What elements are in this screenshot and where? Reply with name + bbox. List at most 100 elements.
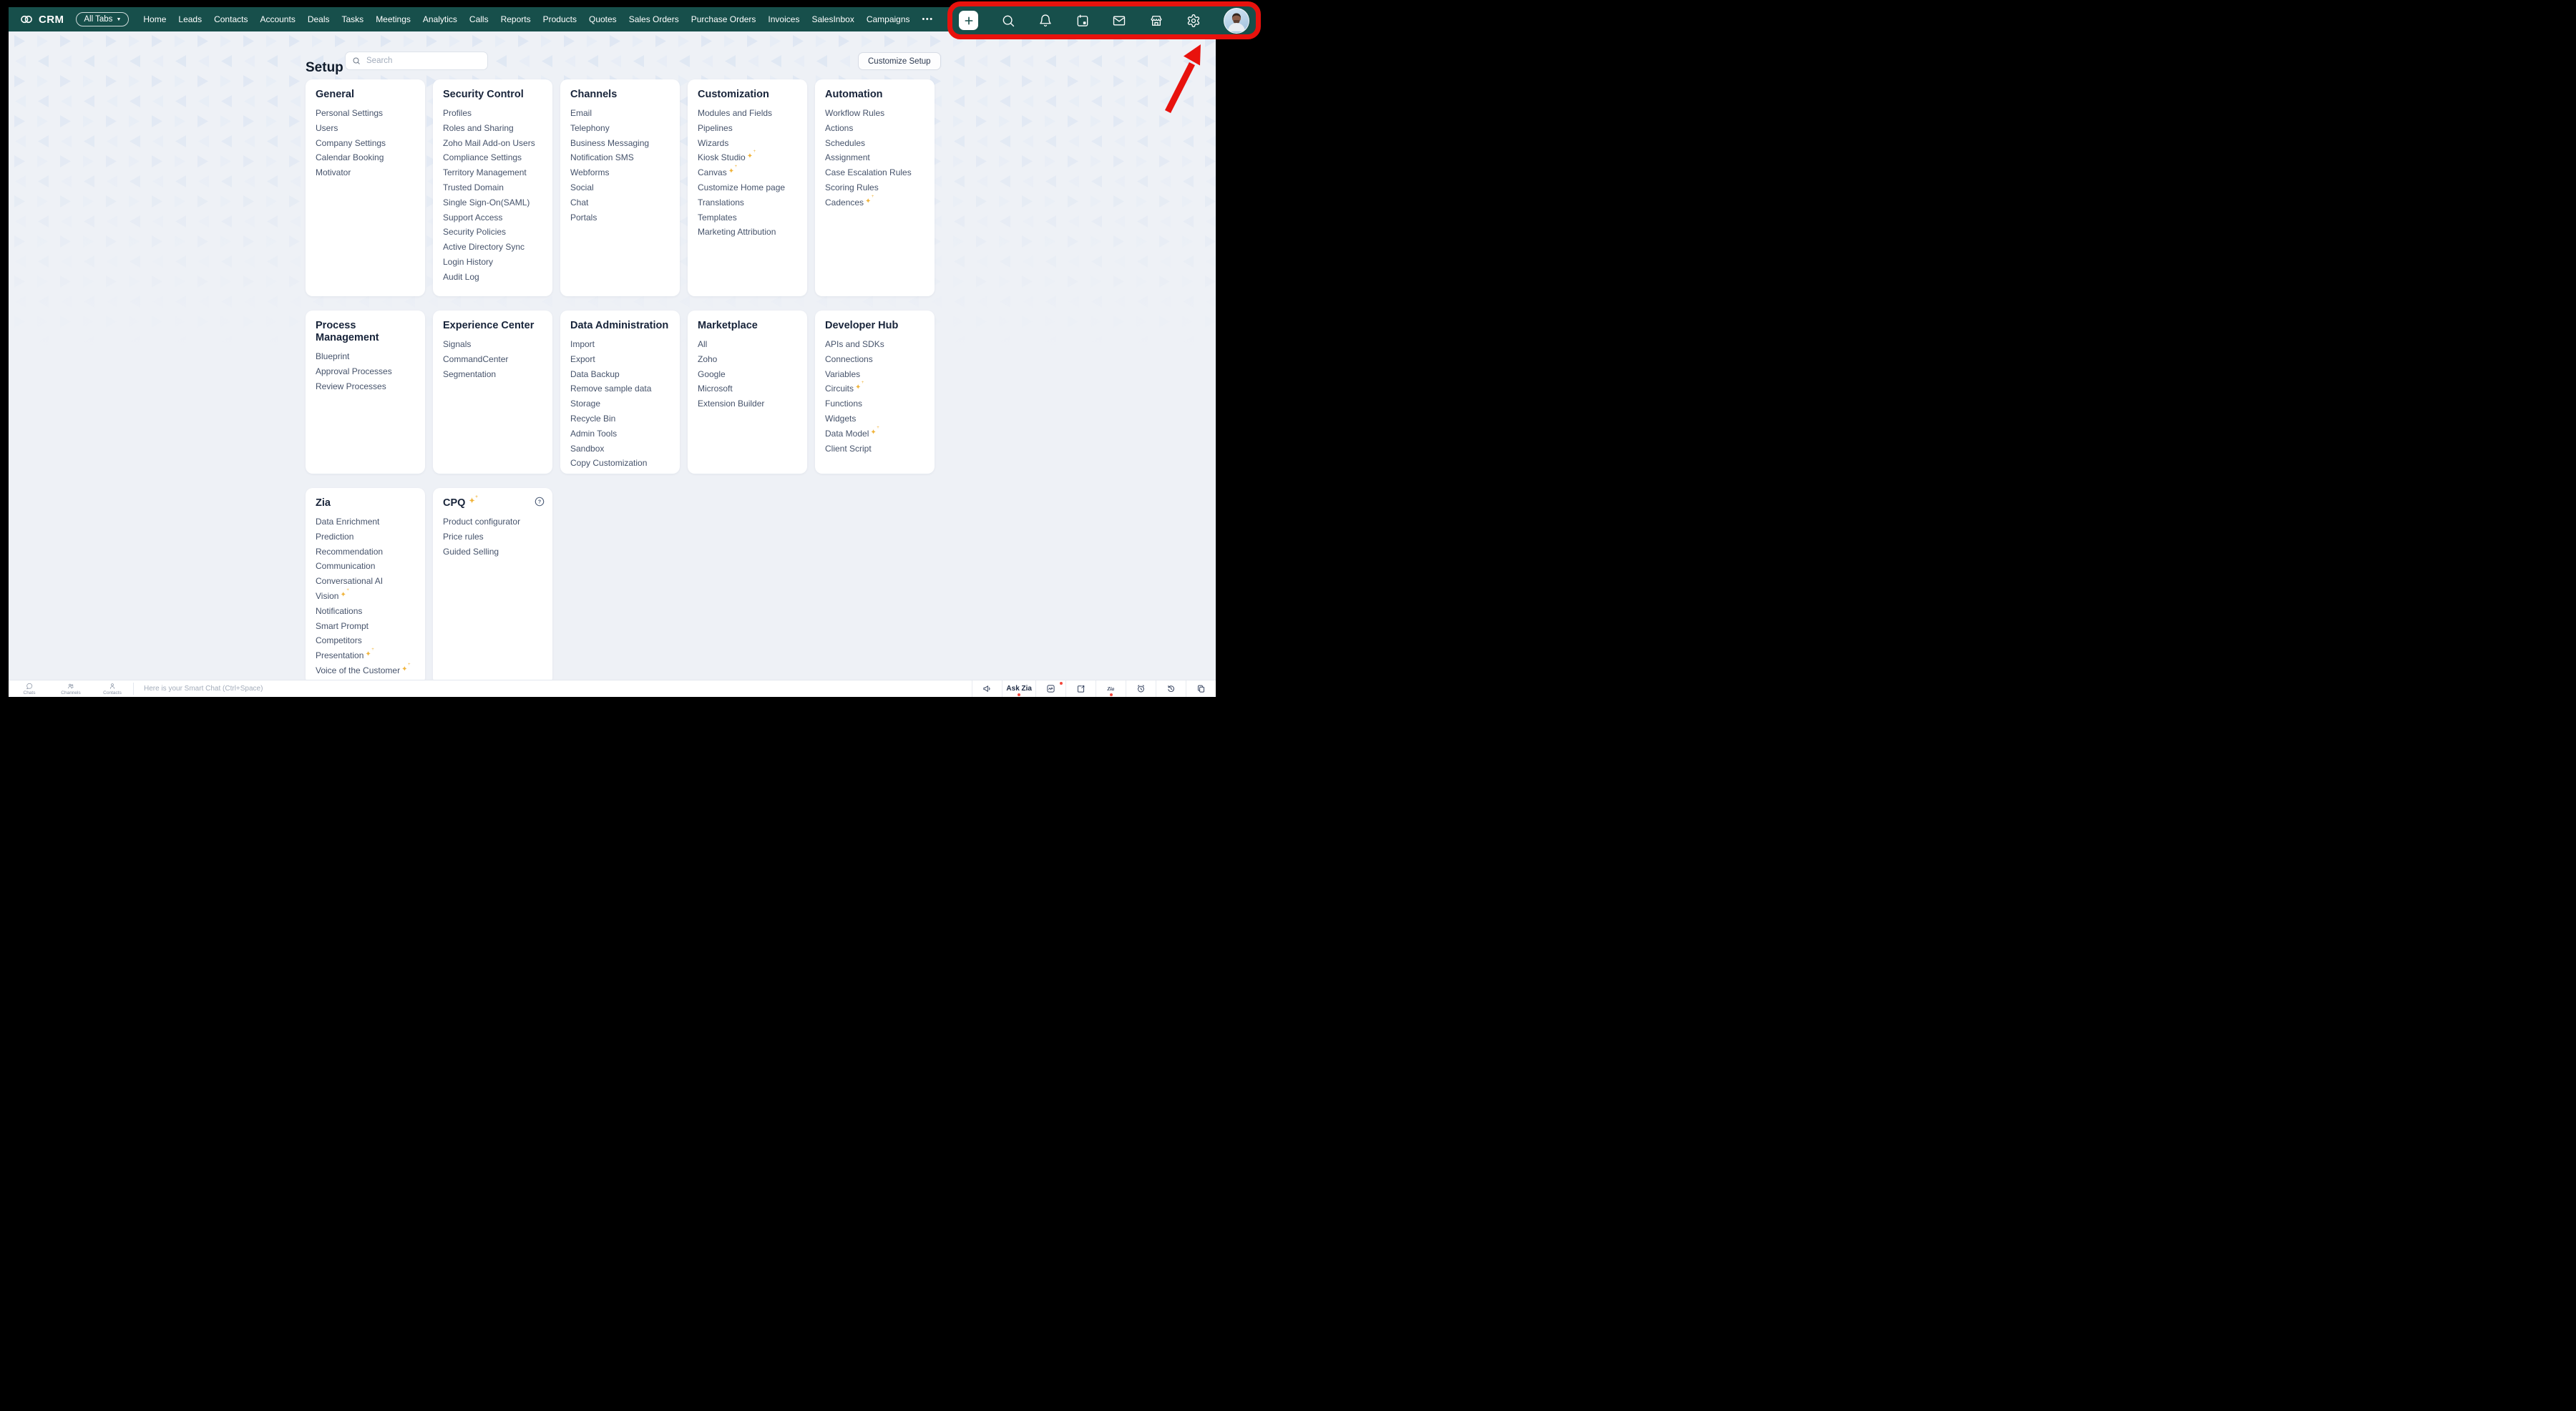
setup-link-company-settings[interactable]: Company Settings (316, 138, 386, 148)
nav-item-salesinbox[interactable]: SalesInbox (811, 14, 854, 24)
setup-link-prediction[interactable]: Prediction (316, 532, 353, 542)
settings-gear-icon[interactable] (1186, 14, 1201, 28)
setup-link-canvas[interactable]: Canvas (698, 167, 727, 177)
setup-link-review-processes[interactable]: Review Processes (316, 381, 386, 391)
setup-link-personal-settings[interactable]: Personal Settings (316, 108, 383, 118)
setup-link-pipelines[interactable]: Pipelines (698, 123, 733, 133)
setup-link-email[interactable]: Email (570, 108, 592, 118)
nav-item-home[interactable]: Home (143, 14, 166, 24)
setup-link-recycle-bin[interactable]: Recycle Bin (570, 414, 615, 424)
setup-link-cadences[interactable]: Cadences (825, 197, 864, 208)
setup-link-functions[interactable]: Functions (825, 399, 862, 409)
nav-item-tasks[interactable]: Tasks (342, 14, 364, 24)
setup-link-territory-management[interactable]: Territory Management (443, 167, 527, 177)
setup-link-communication[interactable]: Communication (316, 561, 375, 571)
zia-assistant-icon[interactable]: Zia (1096, 680, 1126, 697)
setup-link-import[interactable]: Import (570, 339, 595, 349)
nav-item-invoices[interactable]: Invoices (768, 14, 799, 24)
setup-link-apis-and-sdks[interactable]: APIs and SDKs (825, 339, 884, 349)
setup-link-calendar-booking[interactable]: Calendar Booking (316, 152, 384, 162)
setup-link-chat[interactable]: Chat (570, 197, 588, 208)
setup-link-conversational-ai[interactable]: Conversational AI (316, 576, 383, 586)
setup-link-connections[interactable]: Connections (825, 354, 873, 364)
nav-more-tabs[interactable]: ••• (922, 15, 934, 24)
setup-link-product-configurator[interactable]: Product configurator (443, 517, 520, 527)
setup-link-telephony[interactable]: Telephony (570, 123, 610, 133)
setup-link-case-escalation-rules[interactable]: Case Escalation Rules (825, 167, 912, 177)
setup-link-schedules[interactable]: Schedules (825, 138, 865, 148)
setup-link-modules-and-fields[interactable]: Modules and Fields (698, 108, 772, 118)
setup-link-google[interactable]: Google (698, 369, 726, 379)
help-icon[interactable]: ? (534, 496, 545, 507)
setup-link-segmentation[interactable]: Segmentation (443, 369, 496, 379)
nav-item-campaigns[interactable]: Campaigns (867, 14, 910, 24)
setup-link-competitors[interactable]: Competitors (316, 635, 362, 645)
setup-link-signals[interactable]: Signals (443, 339, 471, 349)
setup-link-support-access[interactable]: Support Access (443, 213, 502, 223)
setup-link-sandbox[interactable]: Sandbox (570, 444, 604, 454)
setup-link-wizards[interactable]: Wizards (698, 138, 728, 148)
email-icon[interactable] (1112, 14, 1126, 28)
setup-link-data-model[interactable]: Data Model (825, 429, 869, 439)
setup-link-blueprint[interactable]: Blueprint (316, 351, 349, 361)
setup-link-actions[interactable]: Actions (825, 123, 853, 133)
setup-link-business-messaging[interactable]: Business Messaging (570, 138, 649, 148)
global-search-icon[interactable] (1001, 14, 1015, 28)
setup-link-notifications[interactable]: Notifications (316, 606, 362, 616)
nav-item-contacts[interactable]: Contacts (214, 14, 248, 24)
calendar-icon[interactable] (1075, 14, 1090, 28)
nav-item-purchase-orders[interactable]: Purchase Orders (691, 14, 756, 24)
ask-zia-button[interactable]: Ask Zia (1002, 680, 1035, 697)
setup-search-input[interactable] (365, 56, 481, 66)
setup-link-voice-of-the-customer[interactable]: Voice of the Customer (316, 665, 400, 675)
setup-link-compliance-settings[interactable]: Compliance Settings (443, 152, 522, 162)
smart-chat-input[interactable]: Here is your Smart Chat (Ctrl+Space) (134, 680, 972, 697)
reminder-alarm-icon[interactable] (1126, 680, 1156, 697)
setup-link-motivator[interactable]: Motivator (316, 167, 351, 177)
setup-link-vision[interactable]: Vision (316, 591, 338, 601)
crm-brand[interactable]: CRM (19, 12, 64, 26)
nav-item-accounts[interactable]: Accounts (260, 14, 295, 24)
marketplace-store-icon[interactable] (1149, 14, 1163, 28)
setup-link-customize-home-page[interactable]: Customize Home page (698, 182, 785, 192)
setup-link-translations[interactable]: Translations (698, 197, 744, 208)
setup-link-profiles[interactable]: Profiles (443, 108, 472, 118)
history-icon[interactable] (1156, 680, 1186, 697)
notes-icon[interactable] (1065, 680, 1096, 697)
nav-item-leads[interactable]: Leads (178, 14, 202, 24)
customize-setup-button[interactable]: Customize Setup (858, 52, 941, 70)
setup-link-client-script[interactable]: Client Script (825, 444, 872, 454)
setup-link-extension-builder[interactable]: Extension Builder (698, 399, 764, 409)
setup-link-presentation[interactable]: Presentation (316, 650, 364, 660)
setup-link-scoring-rules[interactable]: Scoring Rules (825, 182, 879, 192)
setup-link-notification-sms[interactable]: Notification SMS (570, 152, 634, 162)
setup-link-data-enrichment[interactable]: Data Enrichment (316, 517, 379, 527)
nav-item-deals[interactable]: Deals (308, 14, 330, 24)
setup-link-roles-and-sharing[interactable]: Roles and Sharing (443, 123, 514, 133)
setup-link-social[interactable]: Social (570, 182, 594, 192)
setup-link-recommendation[interactable]: Recommendation (316, 547, 383, 557)
nav-item-products[interactable]: Products (543, 14, 577, 24)
notifications-bell-icon[interactable] (1038, 14, 1053, 28)
nav-item-reports[interactable]: Reports (501, 14, 531, 24)
setup-link-single-sign-on-saml[interactable]: Single Sign-On(SAML) (443, 197, 530, 208)
setup-link-variables[interactable]: Variables (825, 369, 860, 379)
nav-item-meetings[interactable]: Meetings (376, 14, 411, 24)
setup-link-active-directory-sync[interactable]: Active Directory Sync (443, 242, 525, 252)
user-avatar[interactable] (1224, 8, 1249, 34)
setup-link-zoho[interactable]: Zoho (698, 354, 717, 364)
setup-link-templates[interactable]: Templates (698, 213, 737, 223)
setup-search-box[interactable] (345, 52, 488, 70)
setup-link-users[interactable]: Users (316, 123, 338, 133)
setup-link-storage[interactable]: Storage (570, 399, 600, 409)
setup-link-kiosk-studio[interactable]: Kiosk Studio (698, 152, 746, 162)
setup-link-portals[interactable]: Portals (570, 213, 597, 223)
setup-link-marketing-attribution[interactable]: Marketing Attribution (698, 227, 776, 237)
announcement-megaphone-icon[interactable] (972, 680, 1002, 697)
setup-link-webforms[interactable]: Webforms (570, 167, 609, 177)
setup-link-login-history[interactable]: Login History (443, 257, 493, 267)
chat-tab-channels[interactable]: Channels (50, 680, 92, 697)
setup-link-copy-customization[interactable]: Copy Customization (570, 458, 647, 468)
setup-link-zoho-mail-add-on-users[interactable]: Zoho Mail Add-on Users (443, 138, 535, 148)
setup-link-export[interactable]: Export (570, 354, 595, 364)
